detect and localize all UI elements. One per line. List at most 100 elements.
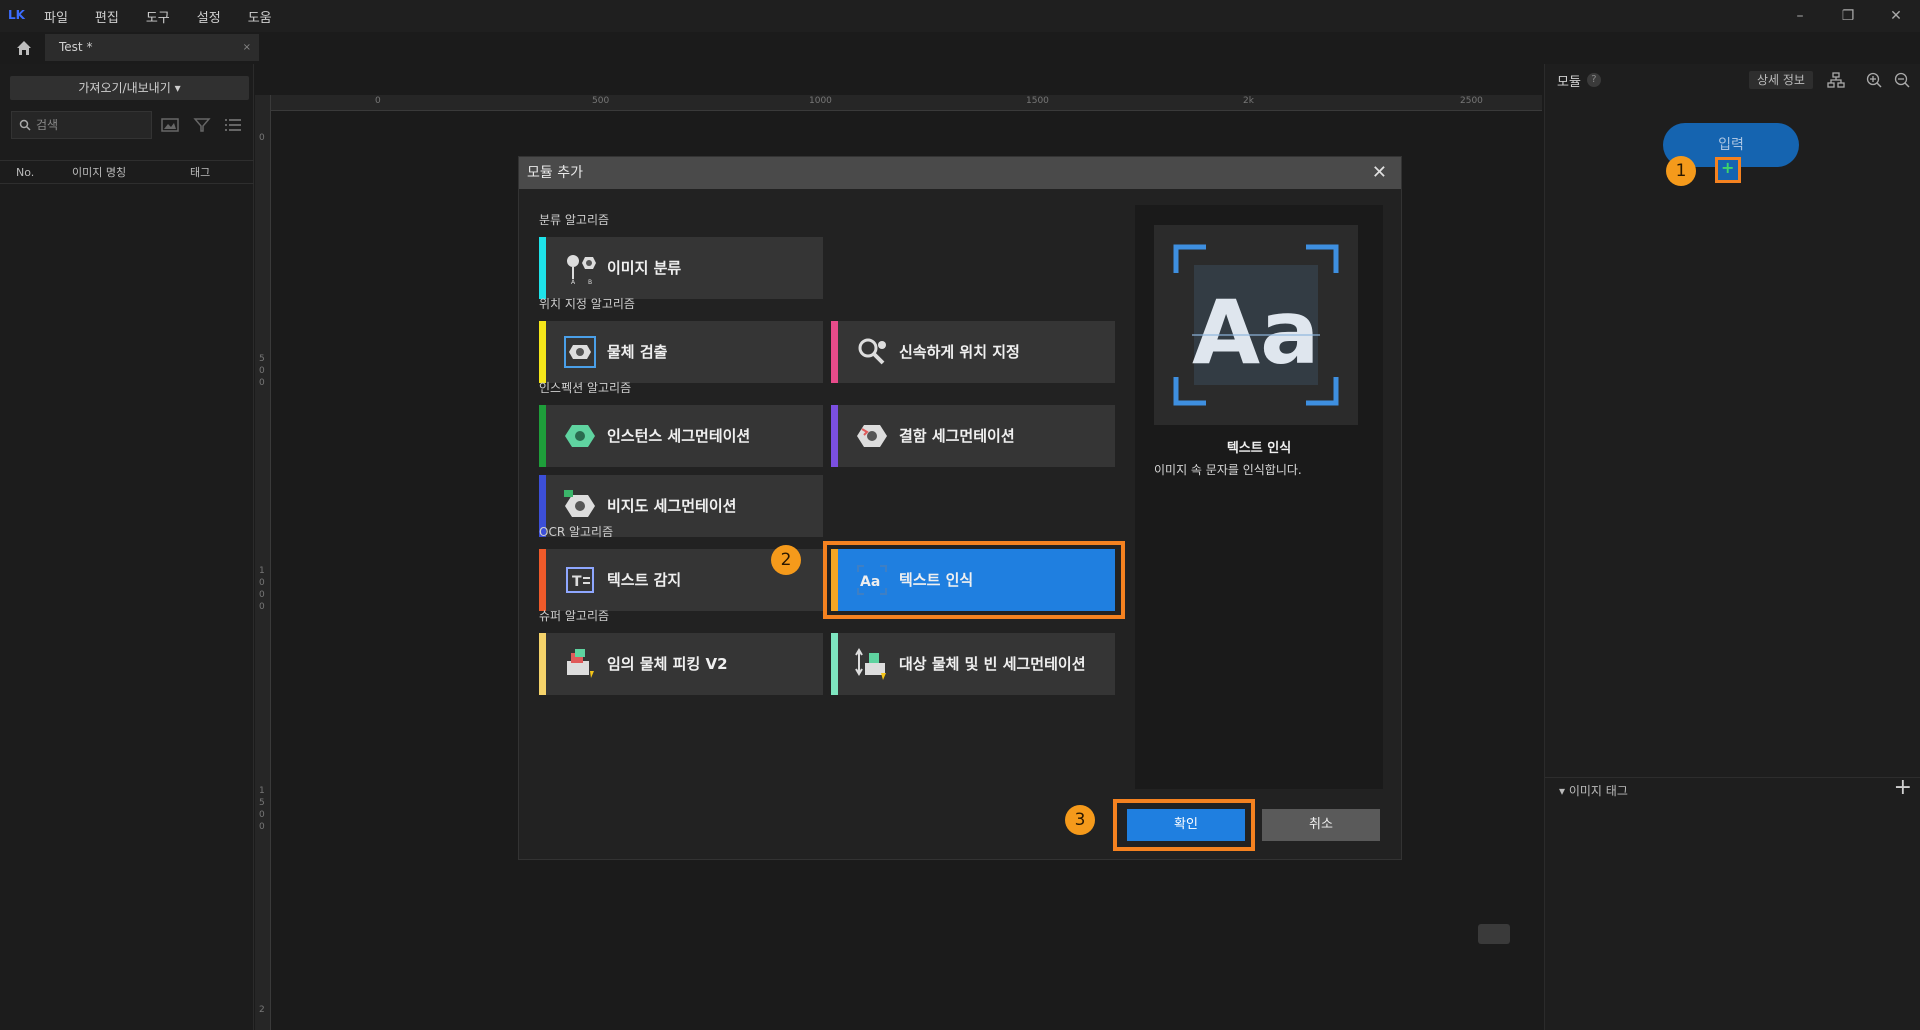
target-bin-segmentation-icon (855, 648, 886, 680)
help-icon[interactable]: ? (1586, 73, 1601, 87)
menu-edit[interactable]: 편집 (95, 7, 119, 26)
col-no[interactable]: No. (0, 166, 56, 179)
ruler-label: 0 (259, 133, 265, 143)
section-classification: 분류 알고리즘 (539, 213, 610, 227)
left-panel: 가져오기/내보내기 ▾ 검색 No. 이미지 명칭 태그 (0, 64, 254, 1030)
algo-color-bar (539, 321, 546, 383)
dialog-title: 모듈 추가 (527, 165, 583, 181)
filter-icon[interactable] (192, 115, 212, 135)
menu-tools[interactable]: 도구 (146, 7, 170, 26)
ruler-label: 2k (1243, 96, 1254, 106)
svg-text:T: T (572, 574, 582, 590)
algo-color-bar (539, 549, 546, 611)
image-filter-icon[interactable] (160, 115, 180, 135)
ruler-label: 1000 (809, 96, 832, 106)
algo-label: 결함 세그먼테이션 (899, 427, 1015, 445)
algo-image-classification[interactable]: A B 이미지 분류 (539, 237, 823, 299)
search-icon (19, 119, 31, 131)
preview-image: Aa (1154, 225, 1358, 425)
import-export-button[interactable]: 가져오기/내보내기 ▾ (10, 76, 249, 100)
section-super: 슈퍼 알고리즘 (539, 609, 610, 623)
add-tag-button[interactable]: + (1894, 775, 1912, 800)
algo-target-bin-segmentation[interactable]: 대상 물체 및 빈 세그먼테이션 (831, 633, 1115, 695)
tab-test[interactable]: Test * × (45, 34, 259, 61)
zoom-out-icon[interactable] (1893, 71, 1911, 89)
algo-object-detection[interactable]: 물체 검출 (539, 321, 823, 383)
algo-label: 비지도 세그먼테이션 (607, 497, 737, 515)
image-classification-icon: A B (567, 255, 596, 285)
algo-label: 임의 물체 피킹 V2 (607, 655, 728, 673)
menu-settings[interactable]: 설정 (197, 7, 221, 26)
callout-badge-2: 2 (771, 545, 801, 575)
menu-bar: 파일 편집 도구 설정 도움 (44, 7, 299, 26)
search-input[interactable]: 검색 (11, 111, 152, 139)
detail-info-button[interactable]: 상세 정보 (1749, 71, 1813, 89)
close-window-button[interactable]: ✕ (1872, 0, 1920, 32)
section-localization: 위치 지정 알고리즘 (539, 297, 635, 311)
tab-close-icon[interactable]: × (243, 34, 251, 61)
ruler-label: 1 0 0 0 (259, 566, 265, 612)
defect-segmentation-icon (857, 425, 887, 447)
preview-description: 이미지 속 문자를 인식합니다. (1154, 463, 1302, 477)
list-view-icon[interactable] (223, 115, 243, 135)
image-tag-section[interactable]: ▾ 이미지 태그 (1545, 777, 1920, 803)
add-module-button[interactable]: + (1715, 157, 1741, 183)
svg-text:Aa: Aa (1192, 281, 1320, 384)
text-detection-icon: T (566, 567, 594, 593)
algo-defect-segmentation[interactable]: 결함 세그먼테이션 (831, 405, 1115, 467)
home-icon[interactable] (14, 38, 34, 58)
dialog-close-icon[interactable]: ✕ (1372, 157, 1387, 189)
keyboard-icon[interactable] (1478, 924, 1510, 944)
plus-icon: + (1721, 158, 1735, 177)
algo-label: 물체 검출 (607, 343, 668, 361)
add-module-dialog: 모듈 추가 ✕ 분류 알고리즘 A B 이미지 분류 위치 지정 알고리즘 물체… (518, 156, 1402, 860)
section-inspection: 인스펙션 알고리즘 (539, 381, 632, 395)
text-recognition-preview-icon: Aa (1173, 244, 1339, 406)
ruler-label: 1 5 0 0 (259, 786, 265, 832)
horizontal-ruler: 0 500 1000 1500 2k 2500 (255, 95, 1542, 111)
ruler-label: 1500 (1026, 96, 1049, 106)
cancel-button[interactable]: 취소 (1262, 809, 1380, 841)
algo-color-bar (539, 633, 546, 695)
ruler-label: 0 (375, 96, 381, 106)
algo-instance-segmentation[interactable]: 인스턴스 세그먼테이션 (539, 405, 823, 467)
unsupervised-segmentation-icon (564, 490, 595, 517)
magnifier-icon (858, 338, 886, 365)
hierarchy-icon[interactable] (1827, 71, 1845, 89)
module-panel-header: 모듈 ? (1545, 64, 1920, 96)
dialog-header: 모듈 추가 ✕ (519, 157, 1401, 189)
highlight-text-recognition (823, 541, 1125, 619)
svg-text:B: B (588, 279, 592, 285)
col-image-name[interactable]: 이미지 명칭 (56, 164, 178, 180)
section-ocr: OCR 알고리즘 (539, 525, 614, 539)
col-tag[interactable]: 태그 (178, 164, 254, 180)
random-picking-icon (567, 649, 594, 678)
algo-label: 신속하게 위치 지정 (899, 343, 1020, 361)
algo-random-picking[interactable]: 임의 물체 피킹 V2 (539, 633, 823, 695)
ruler-label: 2 (259, 1005, 265, 1015)
callout-badge-3: 3 (1065, 805, 1095, 835)
menu-help[interactable]: 도움 (248, 7, 272, 26)
algo-label: 텍스트 감지 (607, 571, 682, 589)
app-logo: LK (8, 8, 25, 22)
highlight-confirm (1113, 799, 1255, 851)
window-controls: – ❐ ✕ (1776, 0, 1920, 32)
minimize-button[interactable]: – (1776, 0, 1824, 32)
algo-label: 인스턴스 세그먼테이션 (607, 427, 751, 445)
ruler-label: 2500 (1460, 96, 1483, 106)
zoom-in-icon[interactable] (1865, 71, 1883, 89)
module-panel: 모듈 ? 상세 정보 입력 + ▾ 이미지 태그 + (1544, 64, 1920, 1030)
title-bar: LK 파일 편집 도구 설정 도움 – ❐ ✕ (0, 0, 1920, 32)
algo-color-bar (539, 405, 546, 467)
search-placeholder: 검색 (36, 118, 59, 132)
algo-label: 이미지 분류 (607, 259, 682, 277)
object-detection-icon (564, 336, 596, 368)
tab-bar: Test * × (0, 32, 1920, 63)
algo-color-bar (831, 321, 838, 383)
callout-badge-1: 1 (1666, 156, 1696, 186)
restore-button[interactable]: ❐ (1824, 0, 1872, 32)
preview-title: 텍스트 인식 (1226, 441, 1292, 456)
menu-file[interactable]: 파일 (44, 7, 68, 26)
algo-fast-positioning[interactable]: 신속하게 위치 지정 (831, 321, 1115, 383)
vertical-ruler: 0 5 0 0 1 0 0 0 1 5 0 0 2 (255, 95, 271, 1030)
